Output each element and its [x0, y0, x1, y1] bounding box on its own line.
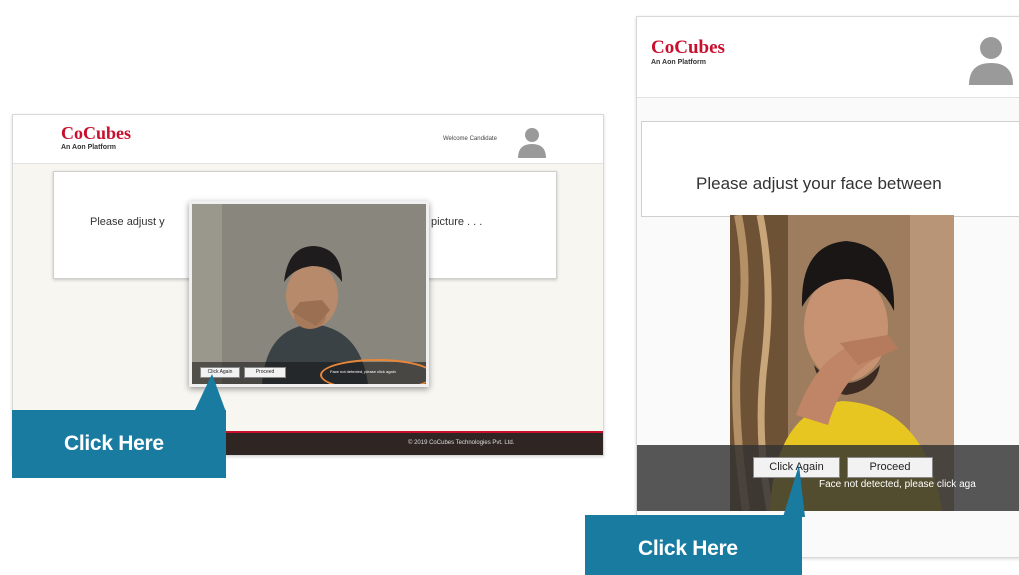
click-here-callout-right: Click Here	[585, 465, 805, 575]
welcome-text: Welcome Candidate	[443, 136, 497, 142]
callout-pointer-left	[194, 374, 226, 412]
user-avatar-icon	[969, 37, 1013, 85]
instruction-card: Please adjust your face between	[641, 121, 1019, 217]
logo-subtitle: An Aon Platform	[61, 144, 116, 151]
face-status-text: Face not detected, please click aga	[819, 479, 976, 490]
callout-label-right: Click Here	[638, 537, 738, 560]
logo-subtitle: An Aon Platform	[651, 59, 706, 66]
user-avatar-icon	[516, 124, 548, 158]
right-screenshot: CoCubes An Aon Platform Please adjust yo…	[636, 16, 1019, 558]
header-bar: CoCubes An Aon Platform Welcome Candidat…	[13, 115, 603, 164]
left-screenshot: CoCubes An Aon Platform Welcome Candidat…	[12, 114, 604, 456]
proceed-button[interactable]: Proceed	[244, 367, 286, 378]
highlight-ellipse	[320, 359, 426, 384]
proceed-button[interactable]: Proceed	[847, 457, 933, 478]
copyright-text: © 2019 CoCubes Technologies Pvt. Ltd.	[408, 440, 515, 446]
cocubes-logo: CoCubes	[61, 123, 132, 143]
webcam-control-bar	[637, 445, 1019, 511]
cocubes-logo: CoCubes	[651, 37, 725, 58]
webcam-preview: Click Again Proceed Face not detected, p…	[189, 201, 429, 387]
instruction-text: Please adjust your face between	[696, 174, 942, 193]
instruction-text-start: Please adjust y	[90, 216, 165, 228]
callout-label-left: Click Here	[64, 432, 164, 455]
callout-pointer-right	[783, 465, 805, 517]
click-here-callout-left: Click Here	[12, 374, 226, 478]
webcam-person-image	[192, 204, 426, 384]
header-bar: CoCubes An Aon Platform	[637, 17, 1019, 98]
